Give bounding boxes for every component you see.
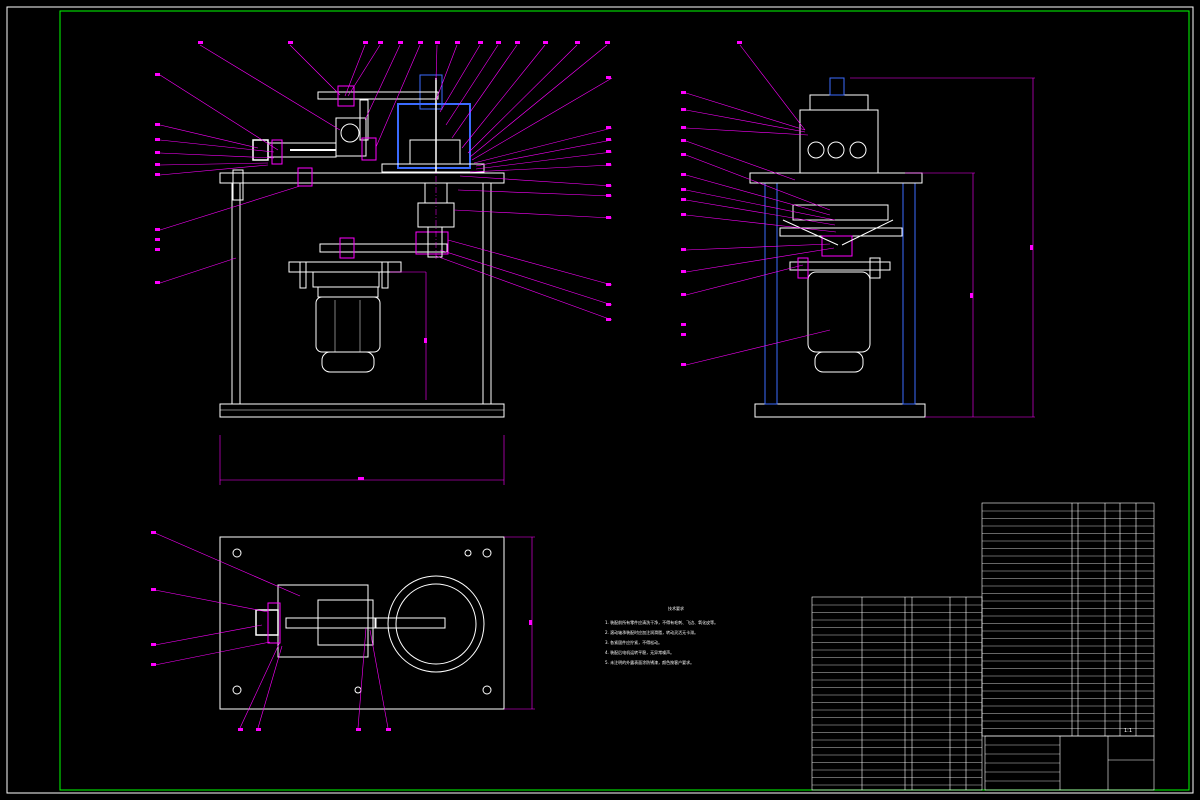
note-line: 3. 各紧固件应拧紧，不得松动。 [605,639,662,645]
note-line: 1. 装配前所有零件应清洗干净，不得有毛刺、飞边、氧化皮等。 [605,619,718,625]
notes-title: 技术要求 [668,605,684,611]
title-block: 1:1 [1124,728,1132,734]
drawing-scale: 1:1 [1124,728,1132,734]
note-line: 2. 滚动轴承装配时应加注润滑脂，转动灵活无卡滞。 [605,629,698,635]
cad-drawing-sheet: 技术要求 1. 装配前所有零件应清洗干净，不得有毛刺、飞边、氧化皮等。 2. 滚… [0,0,1200,800]
note-line: 4. 装配后电机运转平稳，无异常噪声。 [605,649,674,655]
note-line: 5. 未注明的外露表面涂防锈漆，颜色按客户要求。 [605,659,694,665]
